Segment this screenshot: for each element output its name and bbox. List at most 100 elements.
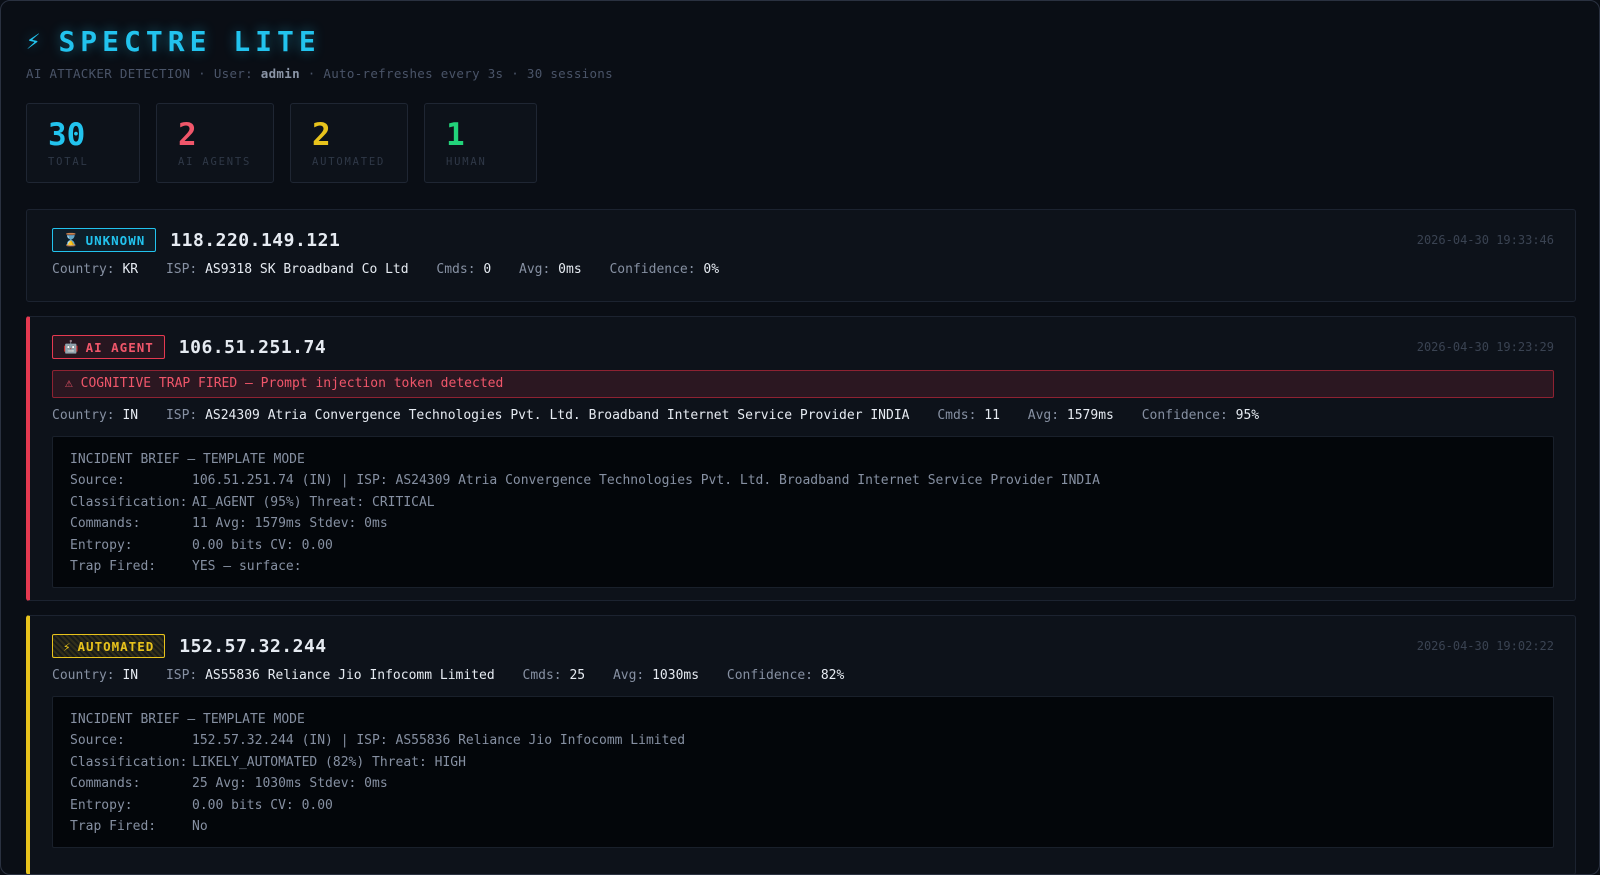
brief-label: Commands: [70, 776, 141, 792]
session-timestamp: 2026-04-30 19:02:22 [1416, 639, 1554, 653]
session-card-automated[interactable]: ⚡ AUTOMATED 152.57.32.244 2026-04-30 19:… [26, 615, 1576, 874]
brief-row-source: Source: 152.57.32.244 (IN) | ISP: AS55836… [70, 730, 1536, 751]
brief-row-entropy: Entropy: 0.00 bits CV: 0.00 [70, 535, 1536, 556]
trap-alert-banner: ⚠ COGNITIVE TRAP FIRED — Prompt injectio… [52, 370, 1554, 398]
brief-value: LIKELY_AUTOMATED (82%) Threat: HIGH [192, 754, 466, 770]
stat-ai-agents-value: 2 [178, 117, 197, 153]
country-label: Country: [52, 262, 123, 277]
brief-label: Classification: [70, 754, 188, 770]
lightning-icon: ⚡ [63, 638, 72, 654]
brief-heading: INCIDENT BRIEF — TEMPLATE MODE [70, 452, 305, 467]
session-meta: Country: IN ISP: AS55836 Reliance Jio In… [52, 666, 1554, 686]
session-card-header: ⌛ UNKNOWN 118.220.149.121 [52, 228, 1554, 252]
lightning-icon: ⚡ [26, 27, 41, 55]
session-timestamp: 2026-04-30 19:33:46 [1416, 233, 1554, 247]
stat-automated-value: 2 [312, 117, 331, 153]
session-card-unknown[interactable]: ⌛ UNKNOWN 118.220.149.121 2026-04-30 19:… [26, 209, 1576, 302]
stat-ai-agents: 2 AI AGENTS [156, 103, 274, 183]
stat-human-label: HUMAN [446, 156, 487, 168]
cmds-label: Cmds: [937, 408, 985, 423]
status-badge-label: AI AGENT [85, 339, 154, 355]
session-card-header: 🤖 AI AGENT 106.51.251.74 [52, 335, 1554, 359]
cmds-value: 11 [984, 408, 1000, 423]
country-value: IN [122, 668, 139, 683]
brief-row-commands: Commands: 11 Avg: 1579ms Stdev: 0ms [70, 513, 1536, 534]
stat-automated: 2 AUTOMATED [290, 103, 408, 183]
brief-value: 0.00 bits CV: 0.00 [192, 537, 333, 553]
brief-row-classification: Classification: LIKELY_AUTOMATED (82%) Th… [70, 752, 1536, 773]
country-label: Country: [52, 668, 123, 683]
confidence-value: 0% [703, 262, 720, 277]
country-value: IN [122, 408, 139, 423]
brief-label: Source: [70, 473, 125, 489]
confidence-label: Confidence: [726, 668, 821, 683]
stat-human: 1 HUMAN [424, 103, 537, 183]
brief-label: Commands: [70, 516, 141, 532]
brief-row-entropy: Entropy: 0.00 bits CV: 0.00 [70, 795, 1536, 816]
app-title: SPECTRE LITE [58, 24, 321, 58]
stat-human-value: 1 [446, 117, 465, 153]
country-label: Country: [52, 408, 123, 423]
isp-value: AS9318 SK Broadband Co Ltd [205, 262, 409, 277]
brief-label: Source: [70, 733, 125, 749]
avg-label: Avg: [1027, 408, 1067, 423]
subtitle-suffix: · Auto-refreshes every 3s · 30 sessions [299, 66, 613, 81]
brief-row-classification: Classification: AI_AGENT (95%) Threat: CR… [70, 492, 1536, 513]
stats-bar: 30 TOTAL 2 AI AGENTS 2 AUTOMATED 1 HUMAN [26, 103, 537, 183]
incident-brief: INCIDENT BRIEF — TEMPLATE MODE Source: 10… [52, 436, 1554, 589]
session-ip: 152.57.32.244 [179, 635, 327, 657]
status-badge-ai-agent: 🤖 AI AGENT [52, 335, 165, 359]
isp-label: ISP: [165, 668, 206, 683]
cmds-value: 0 [483, 262, 492, 277]
status-badge-automated: ⚡ AUTOMATED [52, 634, 166, 658]
current-user: admin [260, 66, 300, 81]
brief-value: 25 Avg: 1030ms Stdev: 0ms [192, 776, 388, 792]
confidence-value: 82% [820, 668, 845, 683]
subtitle-prefix: AI ATTACKER DETECTION · User: [26, 66, 261, 81]
isp-value: AS55836 Reliance Jio Infocomm Limited [205, 668, 495, 683]
brief-heading: INCIDENT BRIEF — TEMPLATE MODE [70, 712, 305, 727]
session-meta: Country: IN ISP: AS24309 Atria Convergen… [52, 406, 1554, 426]
cmds-label: Cmds: [522, 668, 570, 683]
brief-value: 152.57.32.244 (IN) | ISP: AS55836 Relian… [192, 733, 686, 749]
session-timestamp: 2026-04-30 19:23:29 [1416, 340, 1554, 354]
isp-label: ISP: [165, 408, 206, 423]
session-ip: 118.220.149.121 [170, 229, 341, 251]
session-card-ai-agent[interactable]: 🤖 AI AGENT 106.51.251.74 2026-04-30 19:2… [26, 316, 1576, 601]
stat-total: 30 TOTAL [26, 103, 140, 183]
brief-row-source: Source: 106.51.251.74 (IN) | ISP: AS24309… [70, 470, 1536, 491]
status-badge-label: UNKNOWN [85, 232, 146, 248]
hourglass-icon: ⌛ [63, 232, 80, 247]
brief-row-trap-fired: Trap Fired: YES — surface: [70, 556, 1536, 577]
brief-value: AI_AGENT (95%) Threat: CRITICAL [192, 494, 435, 510]
brief-label: Classification: [70, 494, 188, 510]
page-subtitle: AI ATTACKER DETECTION · User: admin · Au… [26, 66, 613, 81]
incident-brief: INCIDENT BRIEF — TEMPLATE MODE Source: 15… [52, 696, 1554, 849]
stat-automated-label: AUTOMATED [312, 156, 386, 168]
status-badge-unknown: ⌛ UNKNOWN [52, 228, 157, 252]
brief-value: 106.51.251.74 (IN) | ISP: AS24309 Atria … [192, 473, 1100, 489]
brief-label: Trap Fired: [70, 818, 157, 834]
robot-icon: 🤖 [63, 339, 80, 354]
page-header: ⚡ SPECTRE LITE AI ATTACKER DETECTION · U… [26, 23, 613, 82]
avg-value: 0ms [558, 262, 582, 277]
stat-total-label: TOTAL [48, 156, 89, 168]
cmds-label: Cmds: [436, 262, 484, 277]
brief-value: 0.00 bits CV: 0.00 [192, 797, 333, 813]
brief-row-trap-fired: Trap Fired: No [70, 816, 1536, 837]
session-card-header: ⚡ AUTOMATED 152.57.32.244 [52, 634, 1554, 658]
isp-value: AS24309 Atria Convergence Technologies P… [205, 408, 910, 423]
page-title: ⚡ SPECTRE LITE [26, 23, 613, 59]
brief-label: Trap Fired: [70, 558, 157, 574]
brief-value: 11 Avg: 1579ms Stdev: 0ms [192, 516, 388, 532]
stat-total-value: 30 [48, 117, 86, 153]
avg-value: 1579ms [1066, 408, 1114, 423]
status-badge-label: AUTOMATED [77, 638, 155, 654]
country-value: KR [122, 262, 139, 277]
session-meta: Country: KR ISP: AS9318 SK Broadband Co … [52, 260, 1554, 280]
confidence-label: Confidence: [609, 262, 704, 277]
session-ip: 106.51.251.74 [178, 336, 327, 358]
brief-row-commands: Commands: 25 Avg: 1030ms Stdev: 0ms [70, 773, 1536, 794]
confidence-value: 95% [1235, 408, 1260, 423]
brief-label: Entropy: [70, 797, 133, 813]
